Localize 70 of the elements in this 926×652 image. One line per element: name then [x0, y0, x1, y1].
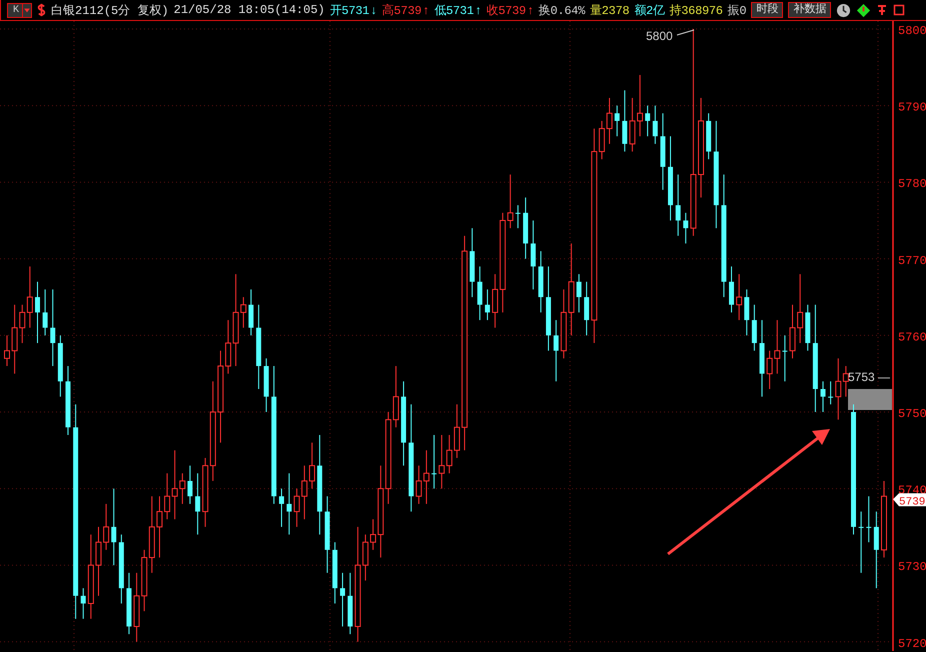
quote-label: 低5731↑ — [434, 2, 482, 18]
candlestick — [752, 304, 757, 352]
candlestick — [736, 274, 742, 321]
candlestick — [35, 281, 40, 344]
axis-tick-label: 5770 — [898, 254, 926, 268]
dropdown-icon — [22, 4, 32, 16]
quote-label: 额2亿 — [634, 2, 665, 18]
contract-title: 白银2112(5分 复权) — [51, 2, 169, 18]
axis-tick-label: 5720 — [898, 636, 926, 651]
axis-tick-label: 5730 — [898, 560, 926, 574]
candlestick — [507, 174, 514, 229]
candlestick — [515, 204, 520, 229]
candlestick — [248, 288, 254, 336]
candlestick — [683, 212, 688, 244]
period-selector[interactable]: K — [7, 2, 32, 18]
candlestick — [484, 288, 490, 321]
candlestick — [554, 320, 559, 382]
candlestick — [614, 105, 620, 137]
candlestick — [874, 511, 879, 589]
candlestick — [576, 274, 582, 313]
clock-icon[interactable] — [836, 2, 852, 18]
candlestick — [340, 572, 346, 627]
leader-line — [676, 30, 694, 36]
toolbar-button[interactable]: 补数据 — [788, 2, 832, 18]
datetime-label: 21/05/28 18:05(14:05) — [174, 3, 325, 17]
candlestick — [676, 174, 681, 236]
candlestick — [438, 434, 445, 490]
candlestick — [42, 288, 48, 336]
candlestick — [286, 472, 292, 536]
candlestick — [842, 366, 849, 398]
candlestick — [866, 496, 872, 543]
candlestick — [858, 511, 864, 574]
last-price-tag: 5739 — [893, 493, 926, 508]
candlestick — [828, 380, 834, 405]
quote-label: 高5739↑ — [382, 2, 430, 18]
candlestick — [530, 220, 536, 290]
candlestick — [188, 465, 193, 504]
quote-label: 收5739↑ — [486, 2, 534, 18]
axis-tick-label: 5800 — [898, 24, 926, 38]
maximize-icon[interactable] — [893, 3, 906, 17]
candlestick — [728, 266, 734, 313]
quote-label: 持368976 — [670, 2, 723, 18]
candlestick — [80, 588, 86, 620]
candlestick — [584, 281, 590, 336]
quote-label: 换0.64% — [538, 2, 585, 18]
candlestick — [279, 488, 284, 528]
quote-label: 振0 — [728, 2, 746, 18]
candlestick — [432, 434, 437, 490]
price-highlight-box — [848, 389, 892, 410]
high-price-label: 5800 — [646, 29, 673, 43]
quote-label: 开5731↓ — [330, 2, 378, 18]
axis-tick-label: 5780 — [898, 177, 926, 192]
candlestick — [820, 380, 826, 412]
diamond-icon[interactable] — [856, 2, 872, 18]
candlestick — [50, 288, 56, 367]
candlestick — [111, 488, 116, 566]
candlestick — [744, 288, 750, 336]
axis-tick-label: 5750 — [898, 407, 926, 421]
candlestick — [645, 105, 650, 137]
candlestick — [835, 358, 842, 420]
candlestick — [622, 90, 628, 152]
candlestick — [782, 334, 788, 382]
quote-label: 量2378 — [590, 2, 630, 18]
candlestick — [652, 105, 658, 144]
axis-tick-label: 5790 — [898, 100, 926, 115]
candlestick — [477, 266, 482, 321]
dollar-icon — [37, 3, 46, 17]
axis-tick-label: 5760 — [898, 330, 926, 344]
candlestick — [195, 472, 200, 536]
toolbar-button[interactable]: 时段 — [751, 2, 784, 18]
